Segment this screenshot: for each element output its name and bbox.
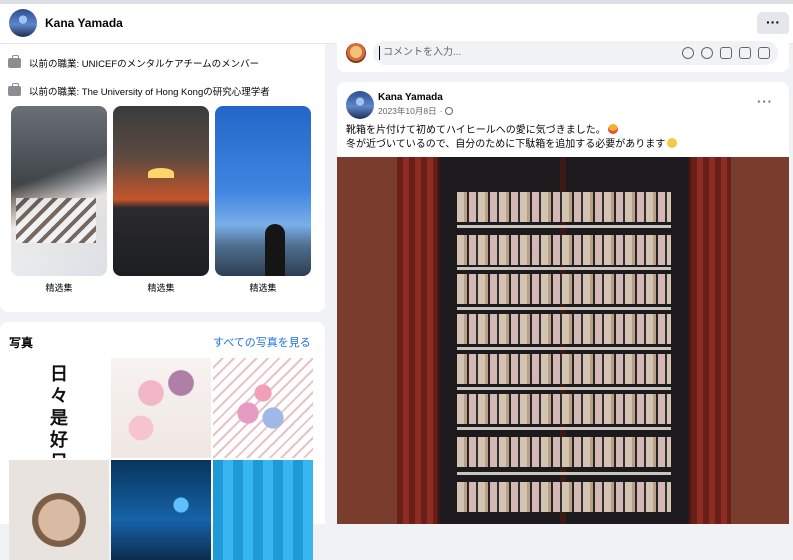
shoe-row	[457, 235, 671, 265]
briefcase-icon	[8, 83, 21, 96]
intro-item-text: 以前の職業: The University of Hong Kongの研究心理学…	[29, 87, 270, 98]
post-text-line: 冬が近づいているので、自分のために下駄箱を追加する必要があります	[346, 138, 776, 152]
post-text: 靴箱を片付けて初めてハイヒールへの愛に気づきました。 冬が近づいているので、自分…	[346, 124, 776, 152]
profile-name[interactable]: Kana Yamada	[45, 16, 123, 30]
intro-item-job-2: 以前の職業: The University of Hong Kongの研究心理学…	[8, 83, 270, 98]
profile-avatar[interactable]	[9, 9, 37, 37]
photo-thumbnail-blue-tank[interactable]	[213, 460, 313, 560]
featured-label[interactable]: 精选集	[215, 281, 311, 294]
post-image-shoe-cabinet[interactable]	[337, 157, 789, 524]
post-text-line: 靴箱を片付けて初めてハイヒールへの愛に気づきました。	[346, 124, 776, 138]
top-strip	[0, 0, 793, 4]
cabinet-door-left	[397, 157, 437, 524]
comment-placeholder: コメントを入力...	[383, 47, 462, 58]
shelf	[457, 427, 671, 430]
featured-collection-snow-village[interactable]	[11, 106, 107, 276]
featured-collection-sunset[interactable]	[113, 106, 209, 276]
cabinet-door-right	[691, 157, 731, 524]
sticker-icon[interactable]	[758, 47, 770, 59]
photos-title: 写真	[9, 336, 34, 350]
shoe-row	[457, 274, 671, 304]
photo-thumbnail-latte-art[interactable]	[9, 460, 109, 560]
shoe-row	[457, 314, 671, 344]
shelf	[457, 267, 671, 270]
shoe-row	[457, 437, 671, 467]
emoji-icon[interactable]	[701, 47, 713, 59]
shoe-row	[457, 394, 671, 424]
photo-thumbnail-aquarium[interactable]	[111, 460, 211, 560]
shoe-row	[457, 192, 671, 222]
comment-input[interactable]: コメントを入力...	[373, 41, 778, 65]
intro-item-job-1: 以前の職業: UNICEFのメンタルケアチームのメンバー	[8, 55, 260, 70]
photo-thumbnail-flowers[interactable]	[111, 358, 211, 458]
post-author-name[interactable]: Kana Yamada	[378, 92, 443, 103]
globe-icon	[445, 107, 454, 115]
shelf	[457, 307, 671, 310]
smiling-hearts-emoji-icon	[607, 124, 618, 134]
worried-face-emoji-icon	[667, 138, 678, 148]
shoe-row	[457, 354, 671, 384]
comment-tools	[682, 47, 770, 59]
shoe-cabinet	[397, 157, 731, 524]
briefcase-icon	[8, 55, 21, 68]
shelf	[457, 347, 671, 350]
photos-card: 写真 すべての写真を見る 日々是好日	[0, 322, 325, 560]
camera-icon[interactable]	[720, 47, 732, 59]
photo-thumbnail-calligraphy[interactable]: 日々是好日	[9, 358, 109, 458]
featured-label[interactable]: 精选集	[11, 281, 107, 294]
commenter-avatar[interactable]	[346, 43, 366, 63]
post-meta: 2023年10月8日 ·	[378, 105, 454, 117]
post-card: Kana Yamada 2023年10月8日 · ··· 靴箱を片付けて初めてハ…	[337, 82, 789, 524]
featured-collection-seagulls[interactable]	[215, 106, 311, 276]
more-options-button[interactable]: ···	[757, 12, 789, 36]
separator-dot: ·	[439, 106, 443, 116]
text-caret	[379, 46, 380, 60]
see-all-photos-link[interactable]: すべての写真を見る	[213, 334, 311, 350]
post-author-avatar[interactable]	[346, 91, 374, 119]
photo-thumbnail-watercolor[interactable]	[213, 358, 313, 458]
gif-icon[interactable]	[739, 47, 751, 59]
post-date[interactable]: 2023年10月8日	[378, 105, 437, 117]
featured-label[interactable]: 精选集	[113, 281, 209, 294]
shoe-row	[457, 482, 671, 512]
avatar-sticker-icon[interactable]	[682, 47, 694, 59]
shelf	[457, 472, 671, 475]
calligraphy-text: 日々是好日	[50, 364, 68, 458]
shelf	[457, 225, 671, 228]
comment-composer: コメントを入力...	[337, 34, 789, 72]
shelf	[457, 387, 671, 390]
post-more-options-button[interactable]: ···	[757, 94, 773, 109]
intro-item-text: 以前の職業: UNICEFのメンタルケアチームのメンバー	[29, 59, 260, 70]
